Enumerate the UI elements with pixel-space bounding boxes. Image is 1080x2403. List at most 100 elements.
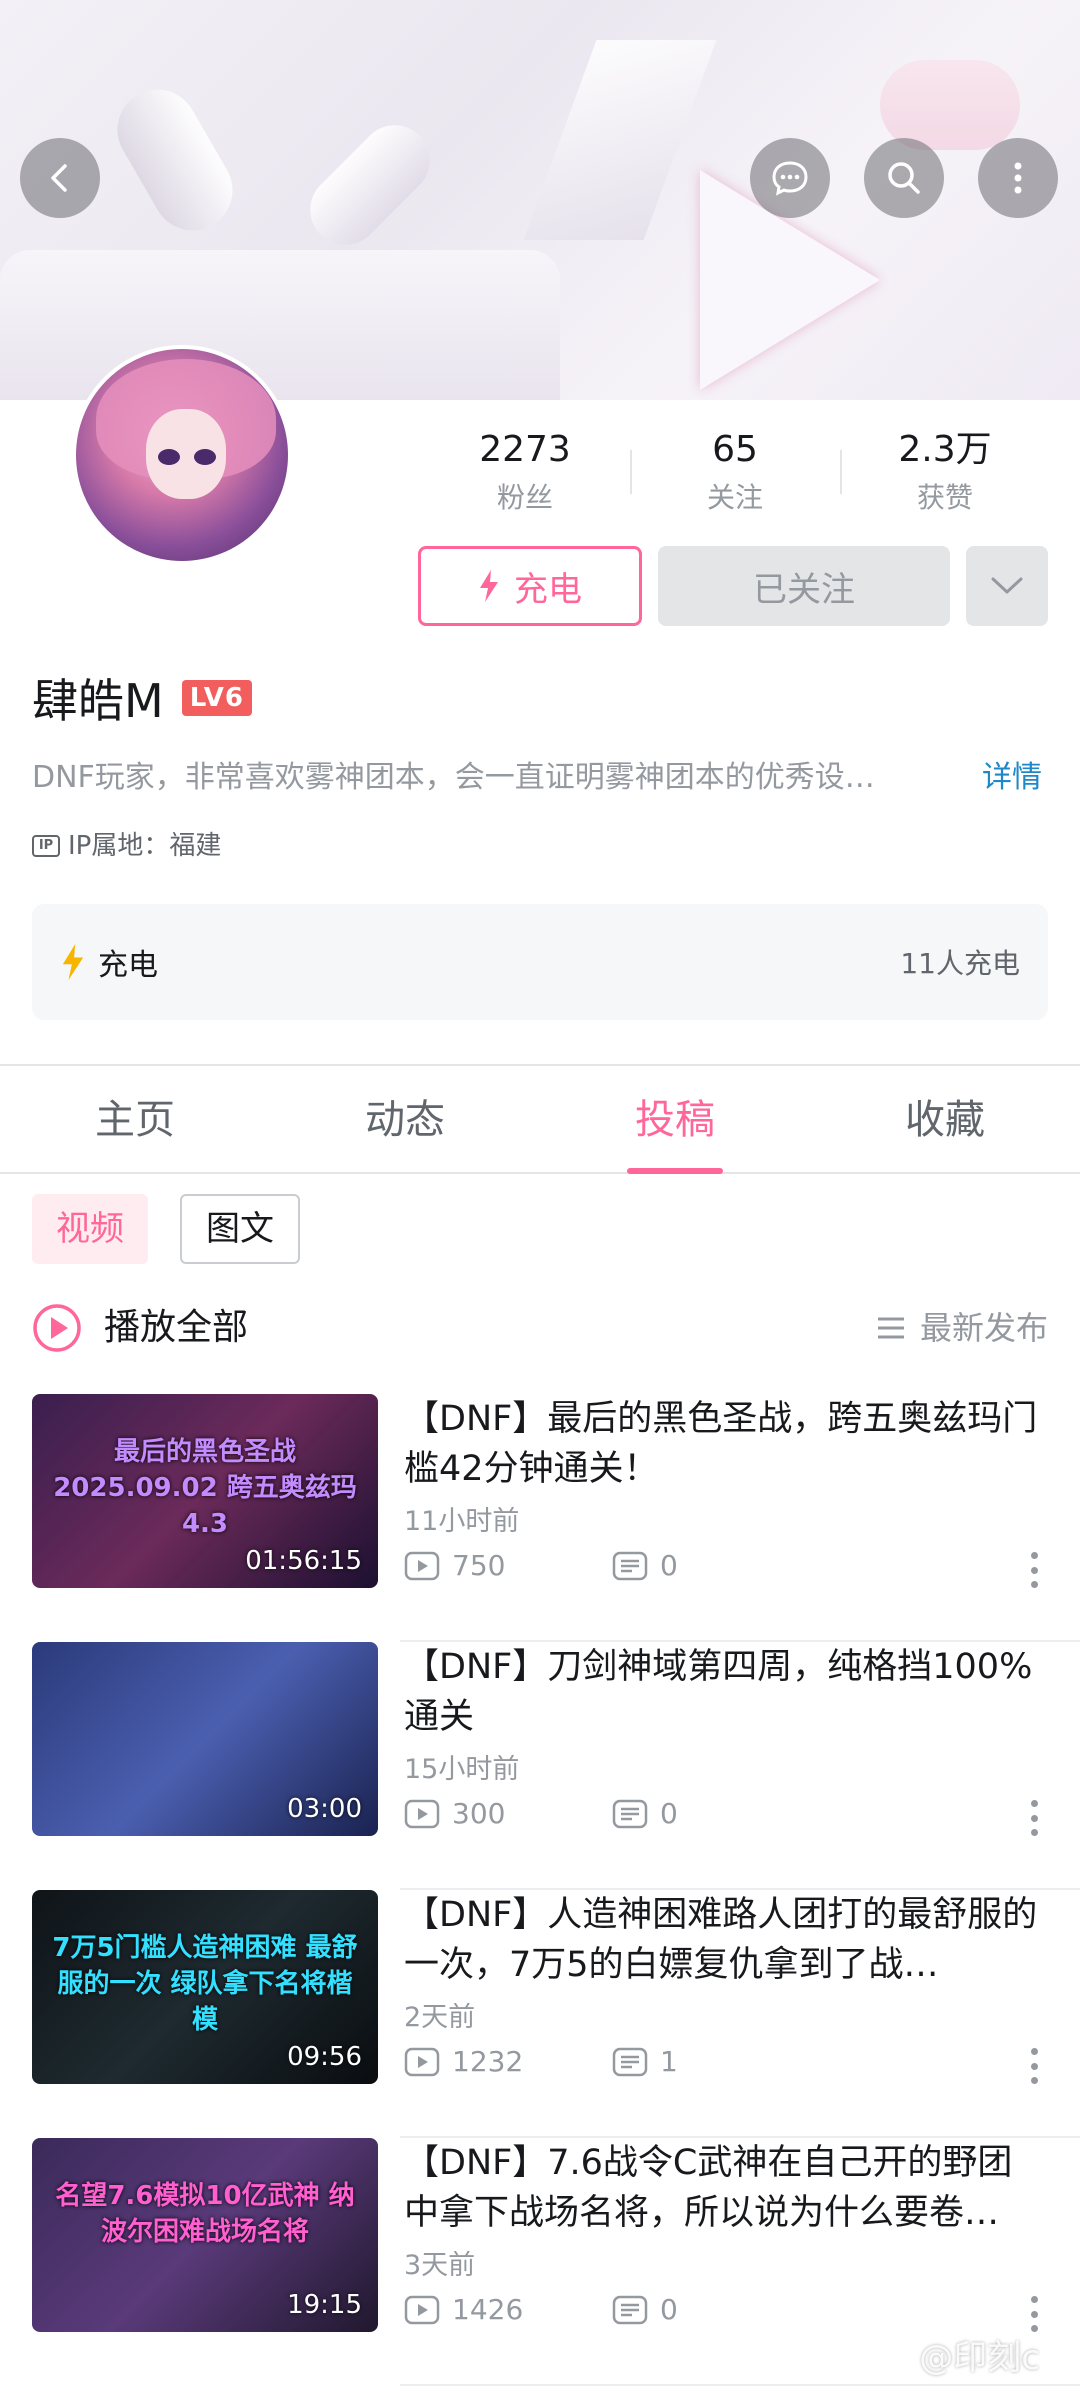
- tab-uploads[interactable]: 投稿: [540, 1066, 810, 1174]
- view-count: 300: [404, 1794, 612, 1834]
- chevron-left-icon: [51, 164, 67, 192]
- play-count-icon: [404, 1551, 440, 1581]
- stat-likes[interactable]: 2.3万 获赞: [840, 420, 1050, 530]
- play-count-icon: [404, 2047, 440, 2077]
- charge-button[interactable]: 充电: [418, 546, 642, 626]
- ip-location-label: IP属地：福建: [68, 831, 222, 861]
- chat-bubble-icon: [772, 161, 808, 196]
- video-item[interactable]: 最后的黑色圣战 2025.09.02 跨五奥兹玛4.3 01:56:15 【DN…: [0, 1394, 1080, 1642]
- video-meta: 1426 0: [404, 2290, 820, 2330]
- play-all-label: 播放全部: [104, 1307, 249, 1348]
- video-item[interactable]: 名望7.6模拟10亿武神 纳波尔困难战场名将 19:15 【DNF】7.6战令C…: [0, 2138, 1080, 2386]
- video-more-button[interactable]: [1028, 1552, 1040, 1588]
- view-count: 750: [404, 1546, 612, 1586]
- video-meta: 1232 1: [404, 2042, 820, 2082]
- follow-dropdown-button[interactable]: [966, 546, 1048, 626]
- list-sort-icon: [877, 1317, 904, 1339]
- video-more-button[interactable]: [1028, 1800, 1040, 1836]
- video-title[interactable]: 【DNF】刀剑神域第四周，纯格挡100%通关: [404, 1642, 1044, 1742]
- view-count: 1426: [404, 2290, 612, 2330]
- video-upload-time: 3天前: [404, 2250, 476, 2281]
- video-upload-time: 11小时前: [404, 1506, 520, 1537]
- username-row: 肆皓M LV6: [32, 665, 252, 731]
- video-duration: 01:56:15: [245, 1546, 362, 1576]
- stat-fans[interactable]: 2273 粉丝: [420, 420, 630, 530]
- level-badge: LV6: [181, 680, 252, 716]
- view-count: 1232: [404, 2042, 612, 2082]
- stat-value: 2.3万: [898, 429, 992, 470]
- thumbnail-caption: 最后的黑色圣战 2025.09.02 跨五奥兹玛4.3: [53, 1437, 357, 1539]
- comment-count: 0: [612, 1546, 820, 1586]
- play-count-icon: [404, 1799, 440, 1829]
- followed-button[interactable]: 已关注: [658, 546, 950, 626]
- video-more-button[interactable]: [1028, 2296, 1040, 2332]
- charge-card-title: 充电: [98, 948, 158, 983]
- tab-dynamic[interactable]: 动态: [270, 1066, 540, 1172]
- comment-count-value: 0: [660, 2293, 678, 2326]
- video-more-button[interactable]: [1028, 2048, 1040, 2084]
- video-thumbnail[interactable]: 7万5门槛人造神困难 最舒服的一次 绿队拿下名将楷模 09:56: [32, 1890, 378, 2084]
- tab-favorites[interactable]: 收藏: [810, 1066, 1080, 1172]
- ip-icon: IP: [32, 835, 60, 857]
- comment-icon: [612, 2047, 648, 2077]
- thumbnail-caption: 7万5门槛人造神困难 最舒服的一次 绿队拿下名将楷模: [52, 1933, 358, 2035]
- lightning-icon: [480, 570, 498, 602]
- profile-stats: 2273 粉丝 65 关注 2.3万 获赞: [420, 420, 1050, 530]
- play-count-icon: [404, 2295, 440, 2325]
- view-count-value: 750: [452, 1549, 506, 1582]
- chevron-down-icon: [991, 577, 1023, 594]
- video-title[interactable]: 【DNF】7.6战令C武神在自己开的野团中拿下战场名将，所以说为什么要卷…: [404, 2138, 1044, 2238]
- charge-button-label: 充电: [514, 569, 582, 610]
- video-meta: 750 0: [404, 1546, 820, 1586]
- comment-icon: [612, 2295, 648, 2325]
- comment-icon: [612, 1551, 648, 1581]
- video-duration: 19:15: [287, 2290, 362, 2320]
- view-count-value: 1232: [452, 2045, 524, 2078]
- ip-location: IP IP属地：福建: [32, 828, 221, 864]
- video-thumbnail[interactable]: 03:00: [32, 1642, 378, 1836]
- video-title[interactable]: 【DNF】人造神困难路人团打的最舒服的一次，7万5的白嫖复仇拿到了战…: [404, 1890, 1044, 1990]
- video-duration: 09:56: [287, 2042, 362, 2072]
- play-circle-icon: [33, 1304, 81, 1352]
- comment-count: 0: [612, 1794, 820, 1834]
- tab-home[interactable]: 主页: [0, 1066, 270, 1172]
- charge-card[interactable]: 充电 11人充电: [32, 904, 1048, 1020]
- charge-card-count: 11人充电: [900, 947, 1020, 980]
- stat-value: 2273: [479, 429, 571, 470]
- followed-button-label: 已关注: [753, 569, 855, 610]
- username: 肆皓M: [32, 674, 164, 728]
- video-item[interactable]: 7万5门槛人造神困难 最舒服的一次 绿队拿下名将楷模 09:56 【DNF】人造…: [0, 1890, 1080, 2138]
- comment-count-value: 0: [660, 1797, 678, 1830]
- search-button[interactable]: [864, 138, 944, 218]
- content-type-filter: 视频 图文: [32, 1194, 300, 1264]
- bio-detail-link[interactable]: 详情: [982, 756, 1042, 800]
- play-all-button[interactable]: 播放全部: [32, 1300, 248, 1356]
- watermark: @印刻c: [919, 2338, 1040, 2378]
- video-thumbnail[interactable]: 最后的黑色圣战 2025.09.02 跨五奥兹玛4.3 01:56:15: [32, 1394, 378, 1588]
- vertical-dots-icon: [1014, 162, 1022, 194]
- video-thumbnail[interactable]: 名望7.6模拟10亿武神 纳波尔困难战场名将 19:15: [32, 2138, 378, 2332]
- comment-count-value: 0: [660, 1549, 678, 1582]
- video-list: 最后的黑色圣战 2025.09.02 跨五奥兹玛4.3 01:56:15 【DN…: [0, 1394, 1080, 2386]
- comment-count: 0: [612, 2290, 820, 2330]
- search-icon: [888, 162, 920, 194]
- subtab-article[interactable]: 图文: [180, 1194, 300, 1264]
- message-button[interactable]: [750, 138, 830, 218]
- thumbnail-caption: 名望7.6模拟10亿武神 纳波尔困难战场名将: [55, 2181, 355, 2247]
- stat-value: 65: [712, 429, 758, 470]
- sort-button[interactable]: 最新发布: [876, 1300, 1048, 1356]
- stat-following[interactable]: 65 关注: [630, 420, 840, 530]
- back-button[interactable]: [20, 138, 100, 218]
- comment-count: 1: [612, 2042, 820, 2082]
- video-upload-time: 15小时前: [404, 1754, 520, 1785]
- video-item[interactable]: 03:00 【DNF】刀剑神域第四周，纯格挡100%通关 15小时前 300 0: [0, 1642, 1080, 1890]
- video-title[interactable]: 【DNF】最后的黑色圣战，跨五奥兹玛门槛42分钟通关！: [404, 1394, 1044, 1494]
- bio-text: DNF玩家，非常喜欢雾神团本，会一直证明雾神团本的优秀设…: [32, 760, 875, 795]
- subtab-video[interactable]: 视频: [32, 1194, 148, 1264]
- stat-label: 粉丝: [496, 481, 553, 514]
- avatar[interactable]: [72, 345, 292, 565]
- view-count-value: 1426: [452, 2293, 524, 2326]
- video-duration: 03:00: [287, 1794, 362, 1824]
- more-options-button[interactable]: [978, 138, 1058, 218]
- profile-tabs: 主页 动态 投稿 收藏: [0, 1066, 1080, 1174]
